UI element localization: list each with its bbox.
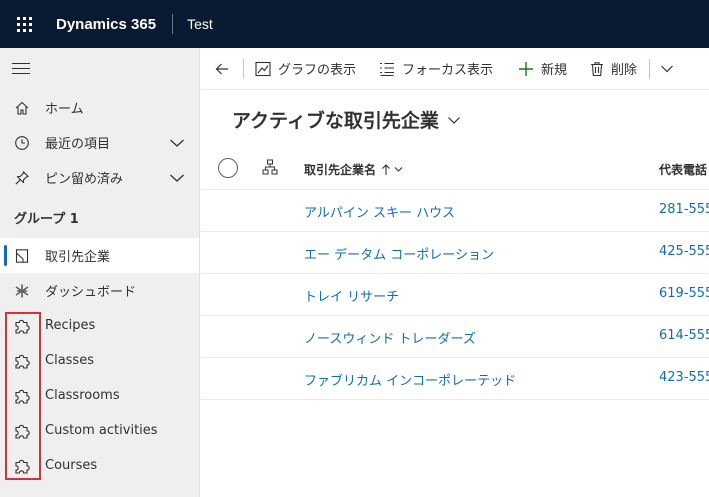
show-chart-button[interactable]: グラフの表示 [254,48,356,90]
phone-link[interactable]: 281-555 [659,202,709,217]
sidebar-item-label: Courses [45,458,98,473]
account-name-link[interactable]: エー データム コーポレーション [304,244,494,263]
column-name-label: 取引先企業名 [304,163,377,177]
table-row[interactable]: エー データム コーポレーション 425-555 [201,232,709,274]
back-button[interactable] [201,48,243,90]
pin-icon [12,168,32,188]
command-divider [243,58,244,79]
nav-home[interactable]: ホーム [0,90,199,125]
sidebar-item-label: Custom activities [45,423,158,438]
column-header-account-name[interactable]: 取引先企業名 [304,161,403,178]
app-launcher-button[interactable] [0,0,48,48]
dashboard-icon [12,281,32,301]
highlight-box [5,312,41,480]
table-row[interactable]: トレイ リサーチ 619-555 [201,274,709,316]
account-name-link[interactable]: アルパイン スキー ハウス [304,202,455,221]
table-row[interactable]: ノースウィンド トレーダーズ 614-555 [201,316,709,358]
nav-pinned-label: ピン留め済み [45,172,124,187]
phone-link[interactable]: 619-555 [659,286,709,301]
sidebar-item-label: Recipes [45,318,96,333]
group-title: グループ 1 [14,212,79,227]
plus-icon [519,61,534,76]
clock-icon [12,133,32,153]
column-header-main-phone[interactable]: 代表電話 [659,161,707,178]
account-name-link[interactable]: ノースウィンド トレーダーズ [304,328,476,347]
table-row[interactable]: アルパイン スキー ハウス 281-555 [201,190,709,232]
sidebar-item-label: ダッシュボード [45,285,137,300]
sidebar-item-label: Classes [45,353,94,368]
top-bar: Dynamics 365 Test [0,0,709,48]
phone-link[interactable]: 425-555 [659,244,709,259]
view-title: アクティブな取引先企業 [232,110,439,132]
command-bar: グラフの表示 フォーカス表示 新規 削除 [201,48,709,90]
select-all-checkbox[interactable] [218,158,238,178]
phone-link[interactable]: 614-555 [659,328,709,343]
environment-name[interactable]: Test [187,16,213,32]
sort-ascending-icon [382,163,390,175]
show-chart-label: グラフの表示 [278,63,357,78]
new-button[interactable]: 新規 [517,48,567,90]
new-label: 新規 [541,63,568,78]
nav-home-label: ホーム [45,102,84,117]
view-selector[interactable]: アクティブな取引先企業 [232,106,461,133]
grid-header: 取引先企業名 代表電話 [201,148,709,190]
sidebar-item-label: 取引先企業 [45,250,111,265]
more-commands-button[interactable] [660,48,674,90]
sidebar-item-label: Classrooms [45,388,120,403]
chevron-down-icon [394,167,403,172]
back-arrow-icon [215,63,228,74]
account-icon [12,246,32,266]
sidebar-item-accounts[interactable]: 取引先企業 [0,238,199,273]
phone-link[interactable]: 423-555 [659,370,709,385]
account-name-link[interactable]: トレイ リサーチ [304,286,399,305]
trash-icon [591,61,604,76]
chevron-down-icon[interactable] [169,170,185,186]
title-divider [172,14,174,34]
home-icon [12,98,32,118]
nav-recent-label: 最近の項目 [45,137,111,152]
app-name[interactable]: Dynamics 365 [56,16,156,33]
command-divider [649,58,651,79]
chevron-down-icon [661,65,673,72]
delete-button[interactable]: 削除 [589,48,637,90]
delete-label: 削除 [611,63,638,78]
nav-pinned[interactable]: ピン留め済み [0,160,199,195]
chevron-down-icon[interactable] [169,135,185,151]
sidebar-item-dashboards[interactable]: ダッシュボード [0,273,199,308]
account-name-link[interactable]: ファブリカム インコーポレーテッド [304,370,516,389]
table-row[interactable]: ファブリカム インコーポレーテッド 423-555 [201,358,709,400]
focused-view-label: フォーカス表示 [402,63,494,78]
chevron-down-icon [447,116,460,124]
hierarchy-icon[interactable] [262,159,278,175]
hamburger-menu-icon[interactable] [12,63,30,78]
waffle-icon [16,16,32,32]
focused-view-button[interactable]: フォーカス表示 [378,48,493,90]
focused-view-icon [380,62,395,76]
nav-recent[interactable]: 最近の項目 [0,125,199,160]
chart-icon [255,61,271,76]
